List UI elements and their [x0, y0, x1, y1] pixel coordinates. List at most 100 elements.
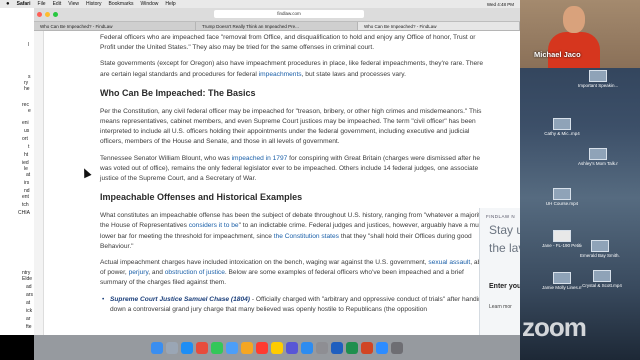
dock: [34, 335, 520, 360]
bg-text: l: [28, 42, 30, 48]
paragraph: What constitutes an impeachable offense …: [100, 211, 492, 252]
bg-text: us: [24, 128, 30, 134]
text: Tennessee Senator William Blount, who wa…: [100, 154, 232, 162]
menu-file[interactable]: File: [38, 1, 46, 7]
safari-icon[interactable]: [181, 341, 193, 354]
launchpad-icon[interactable]: [166, 341, 178, 354]
email-prompt[interactable]: Enter you: [489, 283, 520, 290]
paragraph: Federal officers who are impeached face …: [100, 34, 476, 52]
apple-menu-icon[interactable]: ●: [6, 1, 10, 7]
desktop-file-icon[interactable]: Crystal & Scott.mp4: [582, 270, 622, 288]
link-impeached-1797[interactable]: impeached in 1797: [232, 155, 288, 162]
participant-head: [563, 6, 585, 33]
link-impeachments[interactable]: impeachments: [259, 71, 302, 78]
paragraph: State governments (except for Oregon) al…: [100, 59, 492, 79]
tab-bar: Who Can Be Impeached? - FindLaw Trump Do…: [34, 22, 520, 31]
powerpoint-icon[interactable]: [361, 341, 373, 354]
findlaw-newsletter-panel: FINDLAW N Stay u the lav Enter you Learn…: [479, 208, 520, 335]
photos-icon[interactable]: [241, 341, 253, 354]
excel-icon[interactable]: [346, 341, 358, 354]
bg-text: eni: [22, 120, 29, 126]
mail-icon[interactable]: [226, 341, 238, 354]
panel-brand: FINDLAW N: [486, 214, 516, 219]
bg-text: ars: [26, 292, 33, 298]
address-bar[interactable]: findlaw.com: [214, 10, 364, 18]
bg-text: Elde: [22, 276, 33, 282]
desktop-file-icon[interactable]: UH Course.mp4: [542, 188, 582, 206]
bg-text: CHIA: [18, 210, 30, 216]
bg-text: ort: [22, 136, 28, 142]
menu-window[interactable]: Window: [141, 1, 159, 7]
bg-text: ad: [26, 284, 32, 290]
paragraph: Actual impeachment charges have included…: [100, 258, 492, 289]
menubar-clock: Wed 4:48 PM: [486, 1, 514, 7]
desktop-file-icon[interactable]: Important Speakin...uki.docx: [578, 70, 618, 88]
desktop-file-icon[interactable]: Jamie Molly Lines.mp4: [542, 272, 582, 290]
menu-bookmarks[interactable]: Bookmarks: [109, 1, 134, 7]
bg-text: e: [28, 108, 31, 114]
finder-icon[interactable]: [151, 341, 163, 354]
music-icon[interactable]: [286, 341, 298, 354]
bg-text: ent: [22, 194, 29, 200]
panel-headline: Stay u: [489, 223, 520, 237]
desktop-file-icon[interactable]: Jane - FL-190 Petition-...ship.pdf: [542, 230, 582, 248]
bg-text: at: [26, 172, 31, 178]
notes-icon[interactable]: [271, 341, 283, 354]
panel-headline: the lav: [489, 241, 520, 255]
bg-text: ht: [24, 152, 29, 158]
text: , but state laws and processes vary.: [301, 70, 406, 78]
zoom-watermark: zoom: [522, 312, 587, 342]
participant-name: Michael Jaco: [534, 50, 581, 59]
settings-icon[interactable]: [316, 341, 328, 354]
minimize-window-icon[interactable]: [45, 12, 50, 17]
zoom-app-icon[interactable]: [376, 341, 388, 354]
bg-text: t: [28, 144, 30, 150]
menubar: ● Safari File Edit View History Bookmark…: [0, 0, 520, 8]
desktop-file-icon[interactable]: Ashley's Mom Talk.mp4: [578, 148, 618, 166]
link-considers-it[interactable]: considers it to be: [189, 222, 239, 229]
menu-history[interactable]: History: [86, 1, 102, 7]
link-samuel-chase[interactable]: Supreme Court Justice Samuel Chase (1804…: [110, 296, 250, 303]
desktop-file-icon[interactable]: Cathy & Mic..mp4: [542, 118, 582, 136]
browser-tab[interactable]: Trump Doesn't Really Think an Impeached …: [196, 22, 358, 30]
bg-text: at: [26, 300, 31, 306]
browser-tab[interactable]: Who Can Be Impeached? - FindLaw: [34, 22, 196, 30]
bg-text: ick: [26, 308, 33, 314]
bg-text: irs: [24, 180, 30, 186]
background-window[interactable]: l s ry he rec e eni us ort t ht ied le a…: [0, 8, 34, 335]
menu-edit[interactable]: Edit: [53, 1, 62, 7]
text: , and: [148, 269, 165, 277]
learn-more-link[interactable]: Learn mor: [489, 304, 520, 310]
chrome-icon[interactable]: [196, 341, 208, 354]
paragraph: Per the Constitution, any civil federal …: [100, 107, 482, 146]
list-item: • Supreme Court Justice Samuel Chase (180…: [100, 295, 492, 315]
bg-text: ar: [26, 316, 31, 322]
link-constitution-states[interactable]: the Constitution states: [274, 233, 339, 240]
section-heading: Impeachable Offenses and Historical Exam…: [100, 192, 303, 203]
menu-view[interactable]: View: [68, 1, 79, 7]
trash-icon[interactable]: [391, 341, 403, 354]
screen: Important Speakin...uki.docx Cathy & Mic…: [0, 0, 640, 360]
menu-help[interactable]: Help: [165, 1, 175, 7]
word-icon[interactable]: [331, 341, 343, 354]
zoom-window-icon[interactable]: [53, 12, 58, 17]
link-sexual-assault[interactable]: sexual assault: [428, 259, 470, 266]
close-window-icon[interactable]: [37, 12, 42, 17]
app-store-icon[interactable]: [301, 341, 313, 354]
browser-tab-active[interactable]: Who Can Be Impeached? - FindLaw: [358, 22, 520, 30]
bullet-icon: •: [102, 295, 105, 303]
calendar-icon[interactable]: [256, 341, 268, 354]
menu-app-name[interactable]: Safari: [17, 1, 31, 7]
text: Actual impeachment charges have included…: [100, 259, 429, 267]
bg-text: fte: [26, 324, 32, 330]
page-left-edge: [34, 31, 44, 335]
bg-text: he: [24, 86, 30, 92]
link-obstruction[interactable]: obstruction of justice: [165, 269, 225, 276]
bg-text: tch: [22, 202, 29, 208]
messages-icon[interactable]: [211, 341, 223, 354]
desktop-file-icon[interactable]: Emerald Bay Smith.mp4: [580, 240, 620, 258]
impeachment-examples-list: • Supreme Court Justice Samuel Chase (180…: [100, 295, 492, 315]
section-heading: Who Can Be Impeached: The Basics: [100, 87, 256, 98]
article-body: Federal officers who are impeached face …: [100, 33, 492, 315]
link-perjury[interactable]: perjury: [129, 269, 149, 276]
